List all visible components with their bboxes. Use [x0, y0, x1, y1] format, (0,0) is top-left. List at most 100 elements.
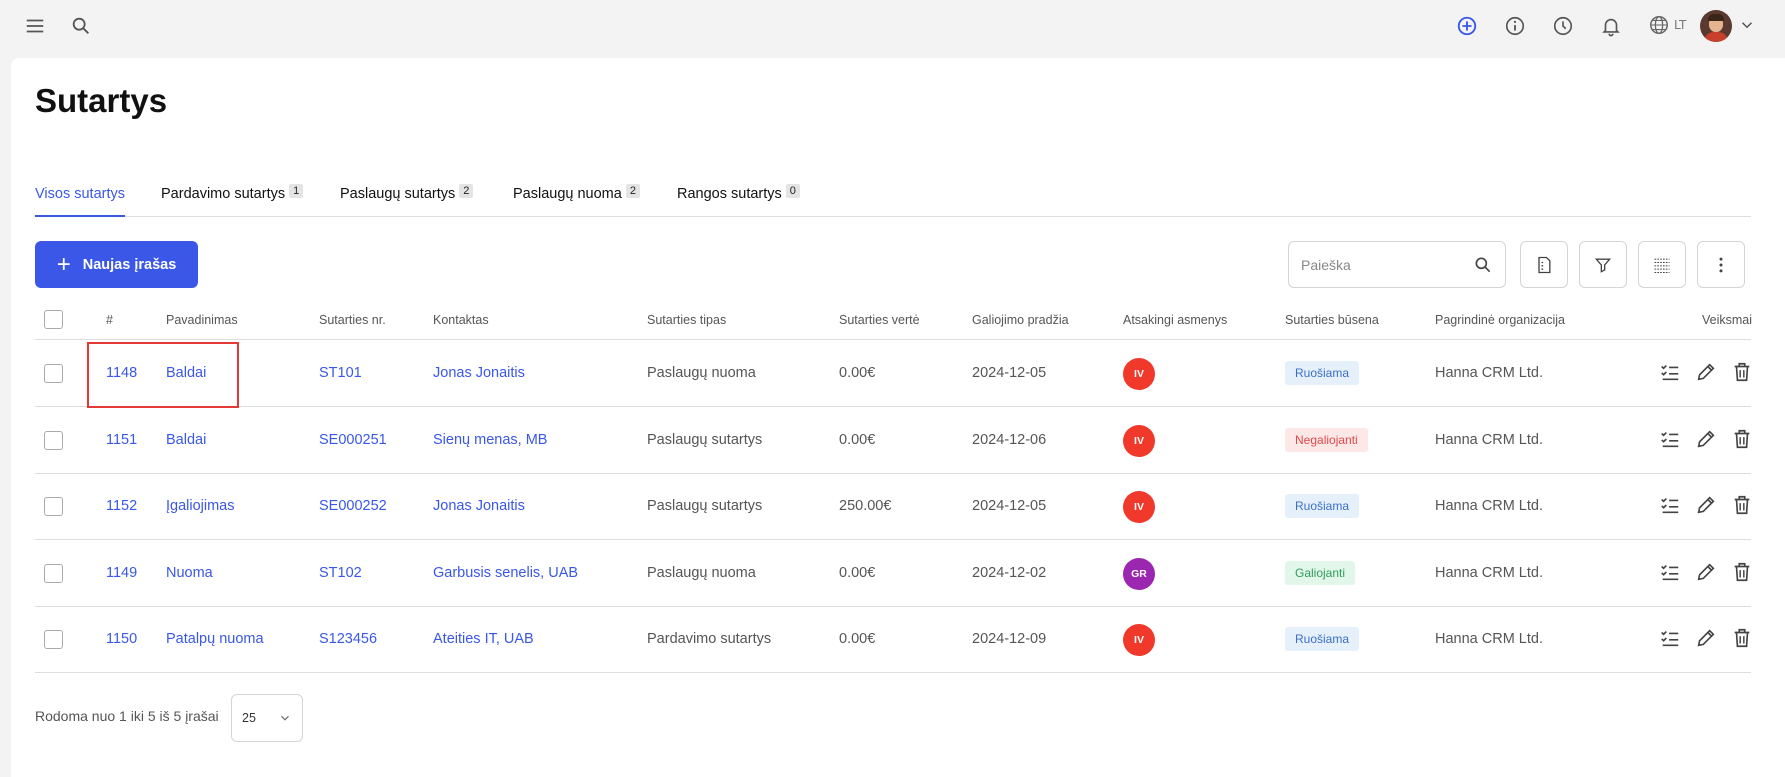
- row-number[interactable]: S123456: [319, 631, 377, 647]
- row-contact[interactable]: Garbusis senelis, UAB: [433, 565, 578, 581]
- row-contact[interactable]: Ateities IT, UAB: [433, 631, 534, 647]
- trash-icon[interactable]: [1731, 561, 1753, 583]
- tabs: Visos sutartys Pardavimo sutartys 1 Pasl…: [35, 184, 1751, 217]
- trash-icon[interactable]: [1731, 627, 1753, 649]
- tab-construction-contracts[interactable]: Rangos sutartys 0: [677, 184, 800, 217]
- content-card: Sutartys Visos sutartys Pardavimo sutart…: [11, 58, 1785, 777]
- col-number[interactable]: Sutarties nr.: [319, 313, 386, 327]
- responsible-avatar[interactable]: IV: [1123, 424, 1155, 457]
- row-value: 0.00€: [839, 431, 876, 448]
- tab-all-contracts[interactable]: Visos sutartys: [35, 184, 125, 217]
- row-contact[interactable]: Jonas Jonaitis: [433, 365, 525, 381]
- checklist-icon[interactable]: [1659, 494, 1681, 516]
- row-actions: [1659, 627, 1753, 649]
- tab-service-contracts[interactable]: Paslaugų sutartys 2: [340, 184, 474, 217]
- row-value: 0.00€: [839, 631, 876, 647]
- checklist-icon[interactable]: [1659, 428, 1681, 450]
- row-id[interactable]: 1151: [106, 432, 137, 448]
- row-type: Paslaugų sutartys: [647, 431, 763, 448]
- row-contact[interactable]: Jonas Jonaitis: [433, 498, 525, 514]
- filter-icon: [1594, 258, 1612, 273]
- select-all-checkbox[interactable]: [44, 310, 63, 329]
- responsible-avatar[interactable]: IV: [1123, 358, 1155, 390]
- row-checkbox[interactable]: [44, 497, 63, 516]
- row-number[interactable]: SE000252: [319, 498, 387, 514]
- table-row[interactable]: 1150 Patalpų nuoma S123456 Ateities IT, UAB…: [35, 607, 1751, 673]
- tab-service-rent[interactable]: Paslaugų nuoma 2: [513, 184, 640, 217]
- row-type: Paslaugų sutartys: [647, 498, 763, 514]
- page-title: Sutartys: [35, 82, 168, 119]
- user-avatar[interactable]: [1700, 10, 1732, 42]
- row-id[interactable]: 1148: [106, 365, 137, 381]
- status-badge: Ruošiama: [1285, 494, 1360, 518]
- col-name[interactable]: Pavadinimas: [166, 313, 238, 327]
- row-checkbox[interactable]: [44, 430, 63, 450]
- per-page-select[interactable]: 25: [231, 694, 303, 742]
- chevron-down-icon[interactable]: [1738, 16, 1756, 34]
- search-input[interactable]: [1301, 256, 1461, 273]
- tab-sales-contracts[interactable]: Pardavimo sutartys 1: [161, 184, 304, 217]
- trash-icon[interactable]: [1731, 428, 1753, 450]
- pencil-icon[interactable]: [1695, 361, 1717, 383]
- add-circle-icon[interactable]: [1455, 14, 1479, 38]
- row-name[interactable]: Nuoma: [166, 565, 213, 581]
- pencil-icon[interactable]: [1695, 561, 1717, 583]
- row-start-date: 2024-12-05: [972, 498, 1047, 514]
- row-number[interactable]: SE000251: [319, 432, 387, 448]
- more-vertical-icon: [1719, 257, 1723, 272]
- row-checkbox[interactable]: [44, 563, 63, 583]
- col-status[interactable]: Sutarties būsena: [1285, 313, 1379, 327]
- trash-icon[interactable]: [1731, 494, 1753, 516]
- row-checkbox[interactable]: [44, 364, 63, 383]
- col-id: #: [106, 313, 113, 327]
- pencil-icon[interactable]: [1695, 428, 1717, 450]
- export-button[interactable]: [1520, 241, 1568, 288]
- col-contact[interactable]: Kontaktas: [433, 313, 489, 327]
- row-type: Paslaugų nuoma: [647, 564, 756, 581]
- columns-button[interactable]: [1638, 241, 1686, 288]
- tab-count-badge: 2: [625, 184, 640, 198]
- more-options-button[interactable]: [1697, 241, 1745, 288]
- table-row[interactable]: 1151 Baldai SE000251 Sienų menas, MB Paslaug…: [35, 408, 1751, 474]
- trash-icon[interactable]: [1731, 361, 1753, 383]
- table-row[interactable]: 1152 Įgaliojimas SE000252 Jonas Jonaitis Pas…: [35, 474, 1751, 540]
- row-name[interactable]: Baldai: [166, 365, 206, 381]
- row-id[interactable]: 1149: [106, 565, 137, 581]
- checklist-icon[interactable]: [1659, 361, 1681, 383]
- menu-icon[interactable]: [23, 14, 47, 38]
- checklist-icon[interactable]: [1659, 561, 1681, 583]
- row-name[interactable]: Patalpų nuoma: [166, 631, 264, 647]
- new-record-button[interactable]: + Naujas įrašas: [35, 241, 198, 288]
- pencil-icon[interactable]: [1695, 494, 1717, 516]
- search-icon[interactable]: [1473, 255, 1493, 275]
- document-icon: [1538, 256, 1551, 273]
- col-org[interactable]: Pagrindinė organizacija: [1435, 313, 1565, 327]
- col-value[interactable]: Sutarties vertė: [839, 313, 920, 327]
- bell-icon[interactable]: [1599, 14, 1623, 38]
- responsible-avatar[interactable]: IV: [1123, 491, 1155, 523]
- pencil-icon[interactable]: [1695, 627, 1717, 649]
- row-number[interactable]: ST101: [319, 365, 362, 381]
- row-id[interactable]: 1152: [106, 498, 137, 514]
- table-row[interactable]: 1148 Baldai ST101 Jonas Jonaitis Paslaugų nu…: [35, 341, 1751, 407]
- row-number[interactable]: ST102: [319, 565, 362, 581]
- row-contact[interactable]: Sienų menas, MB: [433, 432, 547, 448]
- col-start[interactable]: Galiojimo pradžia: [972, 313, 1069, 327]
- row-actions: [1659, 428, 1753, 450]
- responsible-avatar[interactable]: IV: [1123, 624, 1155, 656]
- col-responsible[interactable]: Atsakingi asmenys: [1123, 313, 1227, 327]
- responsible-avatar[interactable]: GR: [1123, 557, 1155, 590]
- row-checkbox[interactable]: [44, 630, 63, 649]
- row-actions: [1659, 361, 1753, 383]
- checklist-icon[interactable]: [1659, 627, 1681, 649]
- row-name[interactable]: Baldai: [166, 432, 206, 448]
- language-switcher[interactable]: LT: [1648, 14, 1686, 36]
- table-row[interactable]: 1149 Nuoma ST102 Garbusis senelis, UAB Pasla…: [35, 541, 1751, 607]
- search-icon[interactable]: [69, 14, 93, 38]
- filter-button[interactable]: [1579, 241, 1627, 288]
- row-id[interactable]: 1150: [106, 631, 137, 647]
- info-icon[interactable]: [1503, 14, 1527, 38]
- clock-icon[interactable]: [1551, 14, 1575, 38]
- col-type[interactable]: Sutarties tipas: [647, 313, 726, 327]
- row-name[interactable]: Įgaliojimas: [166, 498, 235, 514]
